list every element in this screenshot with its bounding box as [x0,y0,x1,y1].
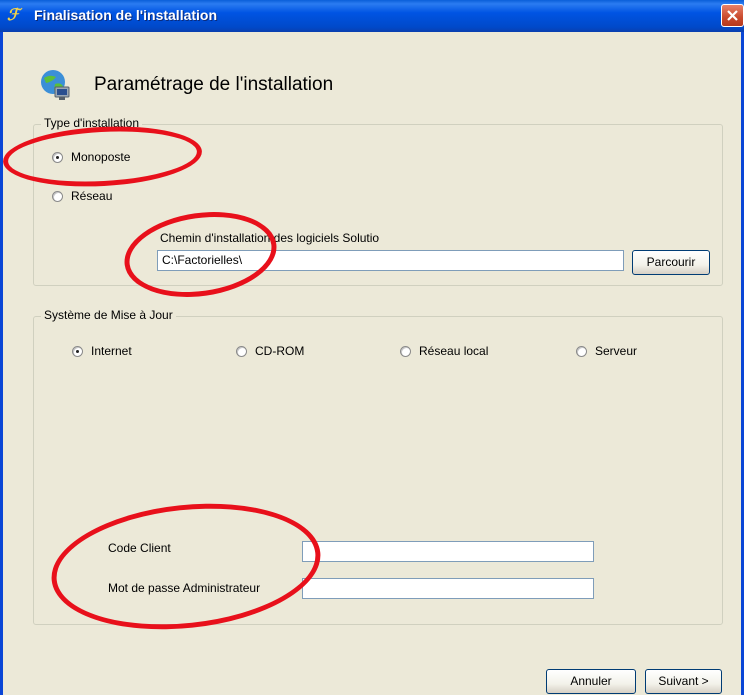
radio-button-internet[interactable] [72,345,83,357]
close-button[interactable] [721,4,744,27]
radio-reseau-local[interactable]: Réseau local [400,344,488,358]
browse-button[interactable]: Parcourir [632,250,710,275]
network-globe-icon [41,70,70,100]
admin-password-input[interactable] [302,578,594,599]
close-icon [727,10,738,21]
radio-button-cdrom[interactable] [236,345,247,357]
radio-label-serveur: Serveur [595,344,638,358]
window-title: Finalisation de l'installation [34,7,218,23]
radio-internet[interactable]: Internet [72,344,132,358]
radio-serveur[interactable]: Serveur [576,344,637,358]
client-code-label: Code Client [108,541,171,555]
client-code-input[interactable] [302,541,594,562]
app-icon: ℱ [7,7,20,24]
radio-cdrom[interactable]: CD-ROM [236,344,304,358]
admin-password-label: Mot de passe Administrateur [108,581,261,595]
radio-button-monoposte[interactable] [52,151,63,163]
radio-label-internet: Internet [91,344,132,358]
radio-monoposte[interactable]: Monoposte [52,150,130,164]
radio-label-cdrom: CD-ROM [255,344,305,358]
title-bar[interactable]: ℱ Finalisation de l'installation [0,0,744,32]
page-title: Paramétrage de l'installation [94,74,334,95]
window-border-left [0,32,3,695]
install-type-group-label: Type d'installation [41,116,143,130]
radio-label-monoposte: Monoposte [71,150,131,164]
radio-button-reseau-local[interactable] [400,345,411,357]
install-path-label: Chemin d'installation des logiciels Solu… [160,231,380,245]
install-path-input[interactable]: C:\Factorielles\ [157,250,624,271]
radio-button-serveur[interactable] [576,345,587,357]
next-button[interactable]: Suivant > [645,669,722,694]
cancel-button[interactable]: Annuler [546,669,636,694]
radio-reseau[interactable]: Réseau [52,189,112,203]
installer-dialog: ℱ Finalisation de l'installation Paramét… [0,0,744,695]
radio-button-reseau[interactable] [52,190,63,202]
radio-label-reseau-local: Réseau local [419,344,489,358]
radio-label-reseau: Réseau [71,189,113,203]
update-system-group-label: Système de Mise à Jour [41,308,176,322]
